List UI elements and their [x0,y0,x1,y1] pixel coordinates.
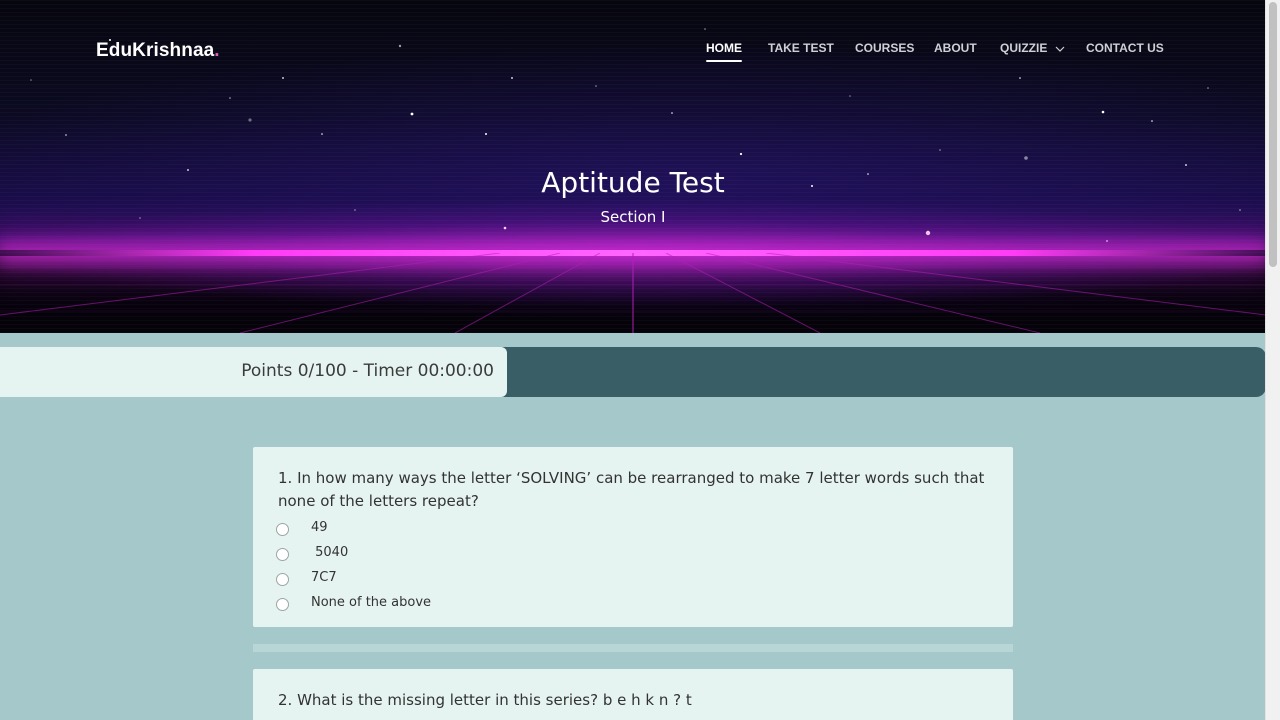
radio-button[interactable] [276,573,289,586]
nav-contact-us-label: CONTACT US [1086,41,1164,55]
nav-about[interactable]: ABOUT [934,41,977,55]
scrollbar-thumb[interactable] [1269,2,1277,267]
active-underline [706,60,742,62]
radio-button[interactable] [276,598,289,611]
option-label: 5040 [311,545,349,560]
nav-home[interactable]: HOME [706,41,742,62]
radio-button[interactable] [276,548,289,561]
option-label: 49 [311,520,328,535]
nav-courses[interactable]: COURSES [855,41,914,55]
page-subtitle: Section I [600,208,666,226]
hero-banner: EduKrishnaa. HOME TAKE TEST COURSES ABOU… [0,0,1266,333]
question-card: 1. In how many ways the letter ‘SOLVING’… [253,447,1013,627]
perspective-grid [0,253,1266,333]
nav-take-test-label: TAKE TEST [768,41,834,55]
nav-contact-us[interactable]: CONTACT US [1086,41,1164,55]
option-label: 7C7 [311,570,337,585]
points-timer-box: Points 0/100 - Timer 00:00:00 [0,347,507,397]
nav-home-label: HOME [706,41,742,55]
radio-button[interactable] [276,523,289,536]
nav-about-label: ABOUT [934,41,977,55]
points-timer-text: Points 0/100 - Timer 00:00:00 [241,361,494,381]
question-divider [253,644,1013,652]
vertical-scrollbar[interactable] [1265,0,1280,720]
main-nav: HOME TAKE TEST COURSES ABOUT QUIZZIE CON… [0,41,1266,71]
question-text: 1. In how many ways the letter ‘SOLVING’… [278,469,985,510]
option-label: None of the above [311,595,432,610]
nav-take-test[interactable]: TAKE TEST [768,41,834,55]
page-title: Aptitude Test [541,166,725,199]
nav-quizzie[interactable]: QUIZZIE [1000,41,1065,55]
question-text: 2. What is the missing letter in this se… [278,691,692,709]
nav-quizzie-label: QUIZZIE [1000,41,1048,55]
status-bar: Points 0/100 - Timer 00:00:00 [0,347,1266,397]
chevron-down-icon [1055,46,1065,52]
question-card: 2. What is the missing letter in this se… [253,669,1013,720]
nav-courses-label: COURSES [855,41,915,55]
page: EduKrishnaa. HOME TAKE TEST COURSES ABOU… [0,0,1266,720]
